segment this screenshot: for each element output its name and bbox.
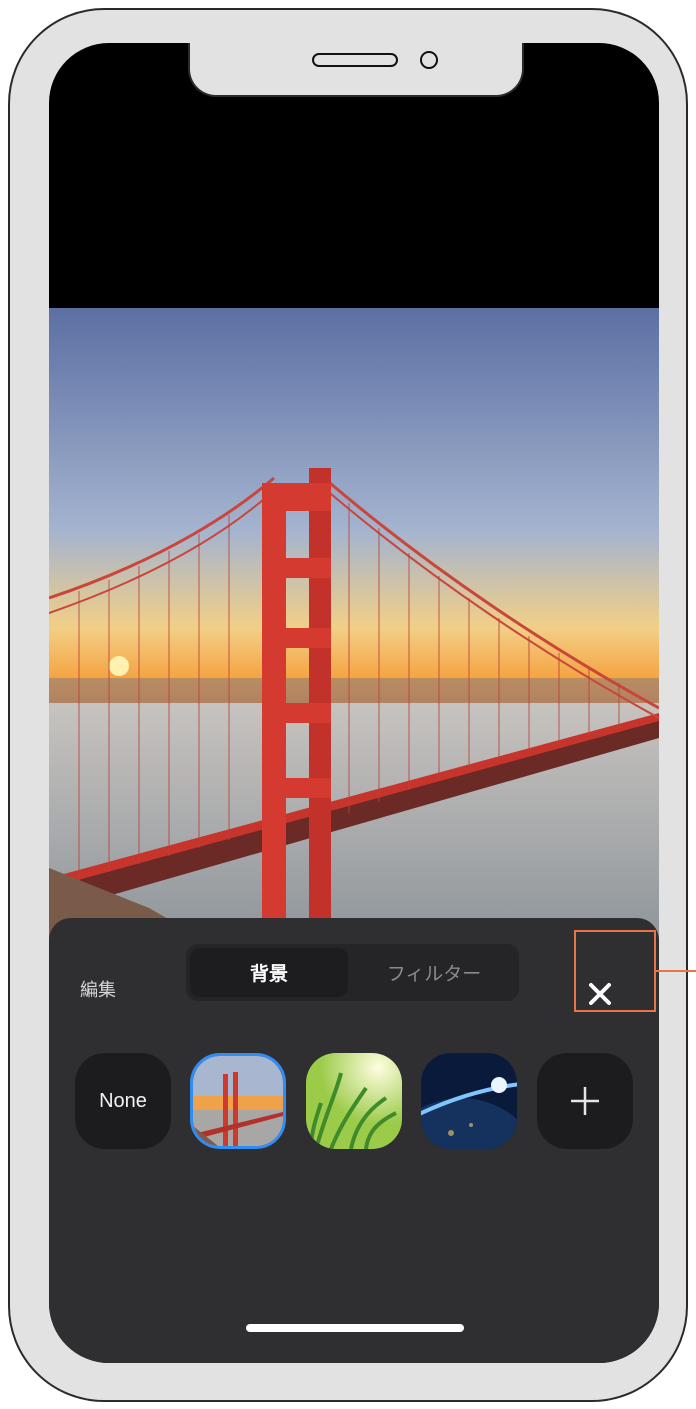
background-filter-tabs: 背景 フィルター <box>186 944 519 1001</box>
background-golden-gate-thumbnail[interactable] <box>190 1053 286 1149</box>
tab-background[interactable]: 背景 <box>190 948 348 997</box>
golden-gate-bridge-image <box>49 308 659 948</box>
earth-thumbnail-image <box>421 1053 517 1149</box>
background-earth-thumbnail[interactable] <box>421 1053 517 1149</box>
close-button-highlight <box>574 930 656 1012</box>
home-indicator <box>246 1324 464 1332</box>
grass-thumbnail-image <box>306 1053 402 1149</box>
virtual-background-preview <box>49 308 659 948</box>
background-grass-thumbnail[interactable] <box>306 1053 402 1149</box>
front-camera-icon <box>420 51 438 69</box>
background-filter-panel: 編集 背景 フィルター None <box>49 918 659 1363</box>
tab-filter[interactable]: フィルター <box>354 948 514 997</box>
phone-screen: 編集 背景 フィルター None <box>49 43 659 1363</box>
plus-icon <box>571 1087 599 1115</box>
golden-gate-thumbnail-image <box>193 1056 283 1146</box>
background-none[interactable]: None <box>75 1053 171 1149</box>
notch <box>188 43 524 97</box>
speaker-icon <box>312 53 398 67</box>
background-none-label: None <box>99 1089 147 1112</box>
callout-line <box>656 970 696 972</box>
add-background-button[interactable] <box>537 1053 633 1149</box>
edit-label[interactable]: 編集 <box>80 976 116 1002</box>
